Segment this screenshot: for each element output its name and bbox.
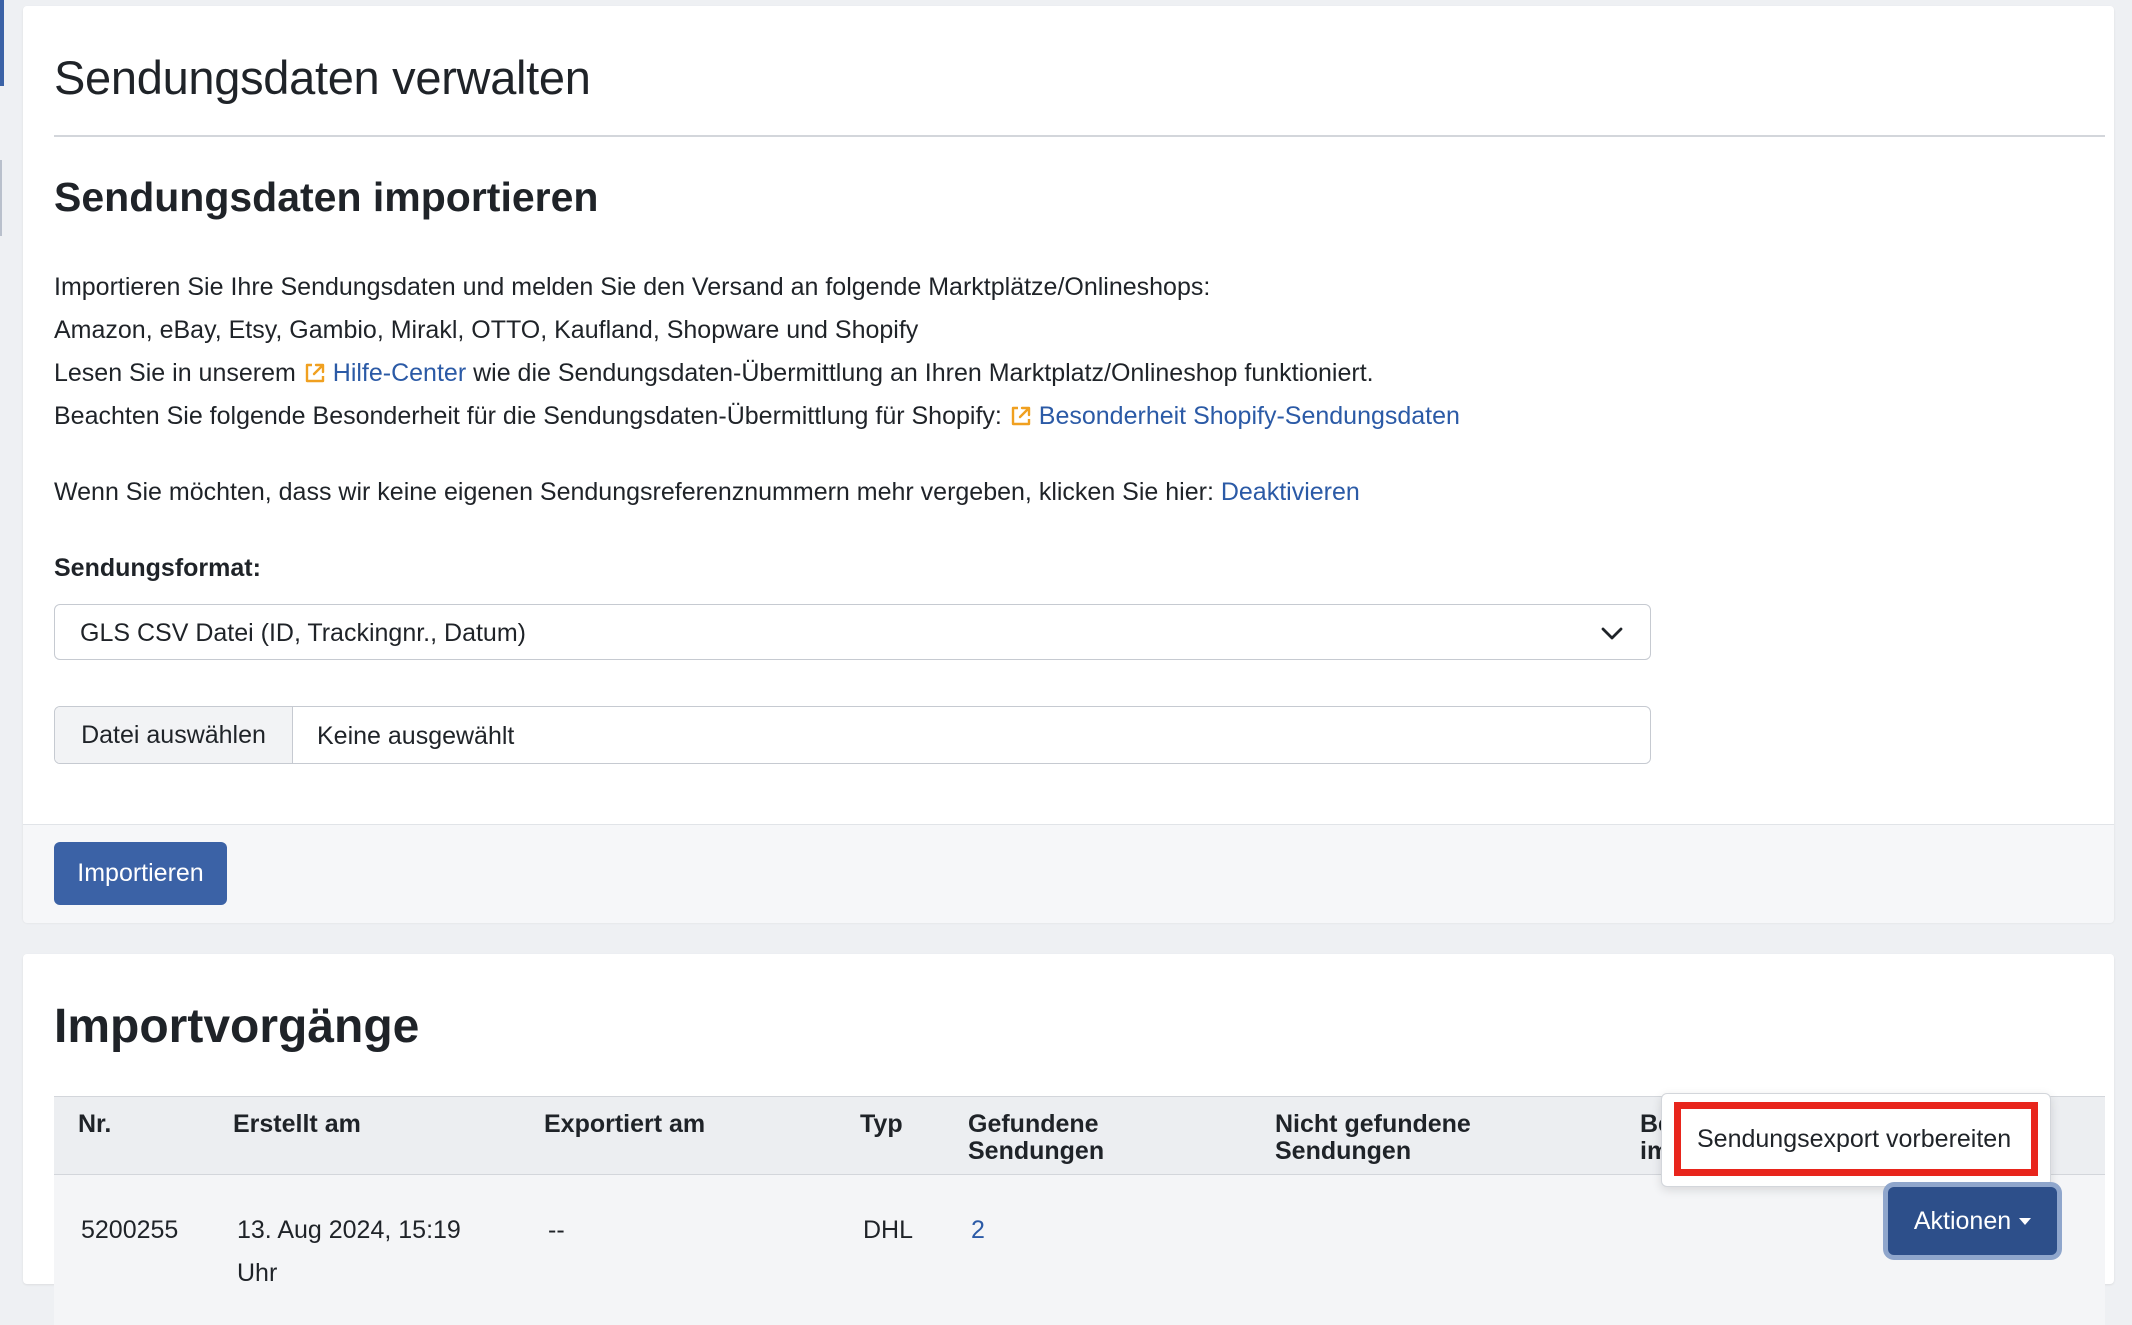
title-divider (54, 135, 2105, 137)
import-card-footer: Importieren (23, 824, 2114, 923)
deactivate-prefix: Wenn Sie möchten, dass wir keine eigenen… (54, 478, 1214, 506)
format-select-value: GLS CSV Datei (ID, Trackingnr., Datum) (80, 619, 526, 647)
actions-dropdown-button[interactable]: Aktionen (1888, 1187, 2057, 1255)
external-link-icon (303, 361, 327, 385)
file-status: Keine ausgewählt (317, 722, 515, 750)
column-header: Gefundene Sendungen (968, 1110, 1105, 1165)
actions-button-label: Aktionen (1913, 1206, 2012, 1235)
sidebar-accent (0, 0, 4, 86)
column-header: Nicht gefundene Sendungen (1275, 1110, 1471, 1165)
format-label: Sendungsformat: (54, 554, 261, 582)
chevron-down-icon (1600, 621, 1624, 650)
actions-dropdown-menu: Sendungsexport vorbereiten (1661, 1093, 2051, 1187)
history-title: Importvorgänge (54, 1000, 420, 1053)
found-shipments-link[interactable]: 2 (971, 1209, 985, 1252)
help-center-link-label: Hilfe-Center (332, 359, 467, 387)
intro-text-line2: Amazon, eBay, Etsy, Gambio, Mirakl, OTTO… (54, 316, 919, 344)
column-header: Typ (860, 1110, 903, 1138)
column-header: Erstellt am (233, 1110, 361, 1138)
table-row: 5200255 13. Aug 2024, 15:19 Uhr -- DHL 2 (54, 1175, 2105, 1325)
cell-type: DHL (863, 1216, 914, 1244)
shopify-note-link[interactable]: Besonderheit Shopify-Sendungsdaten (1009, 402, 1460, 430)
sidebar-divider (0, 160, 2, 236)
help-suffix: wie die Sendungsdaten-Übermittlung an Ih… (473, 359, 1374, 387)
format-select[interactable]: GLS CSV Datei (ID, Trackingnr., Datum) (54, 604, 1651, 660)
intro-text-line1: Importieren Sie Ihre Sendungsdaten und m… (54, 273, 1211, 301)
page-title: Sendungsdaten verwalten (54, 51, 591, 104)
column-header: Exportiert am (544, 1110, 706, 1138)
shopify-note-text: Beachten Sie folgende Besonderheit für d… (54, 401, 1460, 431)
cell-nr: 5200255 (81, 1216, 179, 1244)
help-center-text: Lesen Sie in unserem Hilfe-Center wie di… (54, 358, 1374, 388)
external-link-icon (1009, 404, 1033, 428)
deactivate-text: Wenn Sie möchten, dass wir keine eigenen… (54, 477, 1360, 507)
help-center-link[interactable]: Hilfe-Center (303, 359, 466, 387)
column-header: Nr. (78, 1110, 112, 1138)
import-button[interactable]: Importieren (54, 842, 227, 905)
shopify-note-link-label: Besonderheit Shopify-Sendungsdaten (1038, 402, 1460, 430)
caret-down-icon (2019, 1217, 2032, 1225)
import-section-title: Sendungsdaten importieren (54, 174, 599, 220)
file-input[interactable]: Datei auswählen Keine ausgewählt (54, 706, 1651, 764)
deactivate-link[interactable]: Deaktivieren (1221, 478, 1360, 506)
cell-exported: -- (548, 1216, 565, 1244)
import-card: Sendungsdaten verwalten Sendungsdaten im… (23, 6, 2114, 923)
cell-created: 13. Aug 2024, 15:19 Uhr (237, 1216, 461, 1287)
help-prefix: Lesen Sie in unserem (54, 359, 296, 387)
prepare-export-menu-item[interactable]: Sendungsexport vorbereiten (1674, 1102, 2038, 1176)
shopify-prefix: Beachten Sie folgende Besonderheit für d… (54, 402, 1002, 430)
choose-file-button[interactable]: Datei auswählen (55, 707, 293, 763)
